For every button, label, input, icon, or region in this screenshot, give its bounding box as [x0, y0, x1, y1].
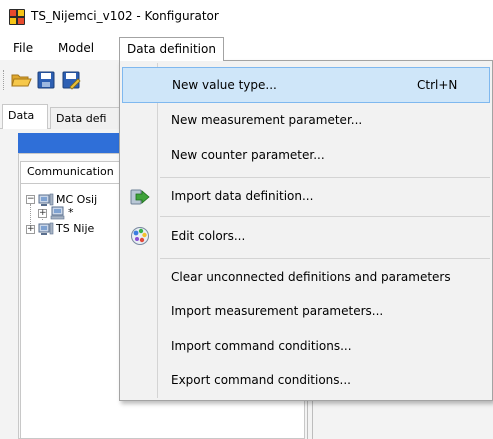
menu-item-label: Edit colors...: [171, 229, 246, 243]
toolbar-grip[interactable]: [3, 70, 6, 90]
tree-item-label[interactable]: MC Osij: [56, 193, 97, 207]
menu-item-label: Import data definition...: [171, 189, 314, 203]
menu-model[interactable]: Model: [51, 37, 101, 60]
menu-item-new-value-type[interactable]: New value type... Ctrl+N: [122, 67, 490, 103]
open-folder-icon[interactable]: [10, 69, 32, 91]
expand-icon[interactable]: +: [26, 225, 35, 234]
menu-item-edit-colors[interactable]: Edit colors...: [122, 219, 490, 255]
menu-item-new-measurement-parameter[interactable]: New measurement parameter...: [122, 103, 490, 139]
menu-item-label: Import command conditions...: [171, 339, 352, 353]
tab-data-definition[interactable]: Data defi: [50, 107, 120, 129]
window-title: TS_Nijemci_v102 - Konfigurator: [31, 9, 219, 23]
menu-file[interactable]: File: [6, 37, 40, 60]
tab-communication[interactable]: Communication: [20, 161, 120, 183]
menu-item-label: Clear unconnected definitions and parame…: [171, 270, 451, 284]
menu-item-label: New measurement parameter...: [171, 113, 363, 127]
splitter[interactable]: [312, 395, 313, 439]
expand-icon[interactable]: +: [38, 209, 47, 218]
tree-item-label[interactable]: *: [68, 206, 74, 220]
menu-item-label: New counter parameter...: [171, 148, 325, 162]
collapse-icon[interactable]: −: [26, 195, 35, 204]
network-node-icon: [38, 222, 54, 236]
tree-item-label[interactable]: TS Nije: [56, 222, 94, 236]
save-icon[interactable]: [35, 69, 57, 91]
menu-item-import-measurement-parameters[interactable]: Import measurement parameters...: [122, 294, 490, 330]
computer-icon: [50, 206, 66, 220]
menu-item-export-command-conditions[interactable]: Export command conditions...: [122, 363, 490, 399]
title-bar: TS_Nijemci_v102 - Konfigurator: [0, 0, 493, 31]
menu-data-definition[interactable]: Data definition: [119, 37, 224, 61]
menu-separator: [160, 258, 490, 259]
menu-item-label: New value type...: [172, 78, 277, 92]
menu-item-label: Export command conditions...: [171, 373, 351, 387]
green-arrow-import-icon: [130, 187, 150, 207]
menu-separator: [160, 177, 490, 178]
data-definition-menu: New value type... Ctrl+N New measurement…: [119, 60, 493, 401]
network-node-icon: [38, 193, 54, 207]
tab-data[interactable]: Data: [2, 104, 48, 129]
menu-item-import-command-conditions[interactable]: Import command conditions...: [122, 329, 490, 365]
menu-item-import-data-definition[interactable]: Import data definition...: [122, 179, 490, 215]
color-palette-icon: [130, 226, 150, 246]
menu-separator: [160, 216, 490, 217]
menu-bar: File Model Data definition: [0, 37, 493, 61]
save-as-icon[interactable]: [60, 69, 82, 91]
menu-item-new-counter-parameter[interactable]: New counter parameter...: [122, 138, 490, 174]
menu-item-shortcut: Ctrl+N: [417, 78, 458, 92]
menu-item-label: Import measurement parameters...: [171, 304, 384, 318]
menu-item-clear-unconnected[interactable]: Clear unconnected definitions and parame…: [122, 260, 490, 296]
grid-app-icon: [9, 9, 25, 25]
splitter[interactable]: [307, 395, 308, 439]
